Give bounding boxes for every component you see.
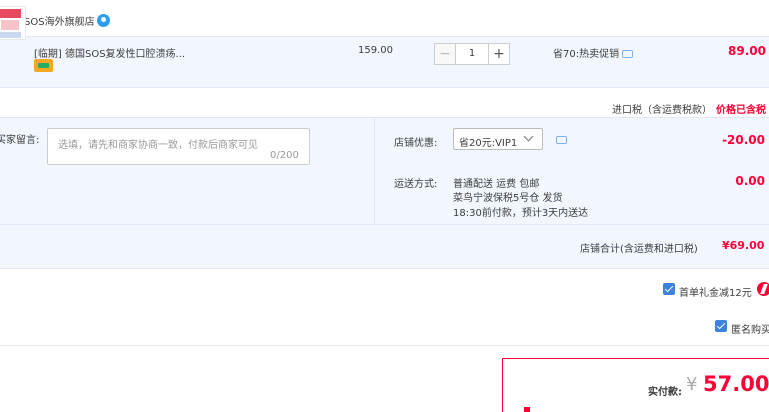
message-bubble-icon[interactable] (622, 50, 633, 58)
quantity-increase-button[interactable]: + (488, 43, 510, 65)
shipping-method-label: 运送方式: (394, 179, 438, 190)
anonymous-purchase-label[interactable]: 匿名购买 (731, 321, 769, 336)
gift-deduct-label[interactable]: 首单礼金减12元 (679, 284, 752, 299)
order-item-row (0, 36, 769, 88)
shipping-method: 普通配送 运费 包邮 (453, 179, 540, 190)
promotion-label: 省70:热卖促销 (553, 49, 620, 60)
store-total-label: 店铺合计(含运费和进口税) (580, 244, 698, 255)
import-tax-label: 进口税（含运费税款） (612, 105, 712, 116)
quantity-input[interactable]: 1 (456, 43, 488, 65)
store-total-value: ¥69.00 (722, 239, 765, 252)
wangwang-chat-icon[interactable] (97, 14, 110, 27)
quantity-decrease-button[interactable]: − (434, 43, 456, 65)
buyer-message-label: 买家留言: (0, 135, 40, 146)
product-title[interactable]: [临期] 德国SOS复发性口腔溃疡... (34, 45, 184, 60)
anonymous-purchase-checkbox[interactable] (715, 320, 727, 332)
message-char-count: 0/200 (270, 150, 299, 161)
coupon-selected-value: 省20元:VIP1 (459, 138, 518, 149)
shipping-warehouse: 菜鸟宁波保税5号仓 发货 (453, 193, 563, 204)
product-thumbnail[interactable] (0, 6, 26, 40)
actual-payment-label: 实付款: (648, 387, 682, 398)
shop-header (0, 0, 769, 36)
payment-marker (524, 407, 530, 412)
currency-symbol: ¥ (686, 374, 698, 395)
buyer-message-placeholder: 选填，请先和商家协商一致，付款后商家可见 (58, 140, 258, 151)
message-bubble-icon[interactable] (556, 136, 567, 144)
gift-deduct-checkbox[interactable] (663, 283, 675, 295)
credit-card-icon (34, 59, 53, 72)
item-subtotal: 89.00 (728, 44, 766, 58)
section-divider (0, 345, 769, 346)
discount-amount: -20.00 (722, 133, 765, 147)
panel-divider (374, 118, 375, 224)
shipping-fee: 0.00 (735, 174, 765, 188)
store-discount-label: 店铺优惠: (394, 138, 438, 149)
panel-divider (0, 224, 769, 225)
actual-payment-amount: 57.00 (703, 372, 769, 396)
import-tax-value: 价格已含税 (716, 105, 766, 116)
shipping-eta: 18:30前付款，预计3天内送达 (453, 208, 589, 219)
lightning-icon (757, 282, 769, 296)
unit-price: 159.00 (358, 45, 393, 56)
